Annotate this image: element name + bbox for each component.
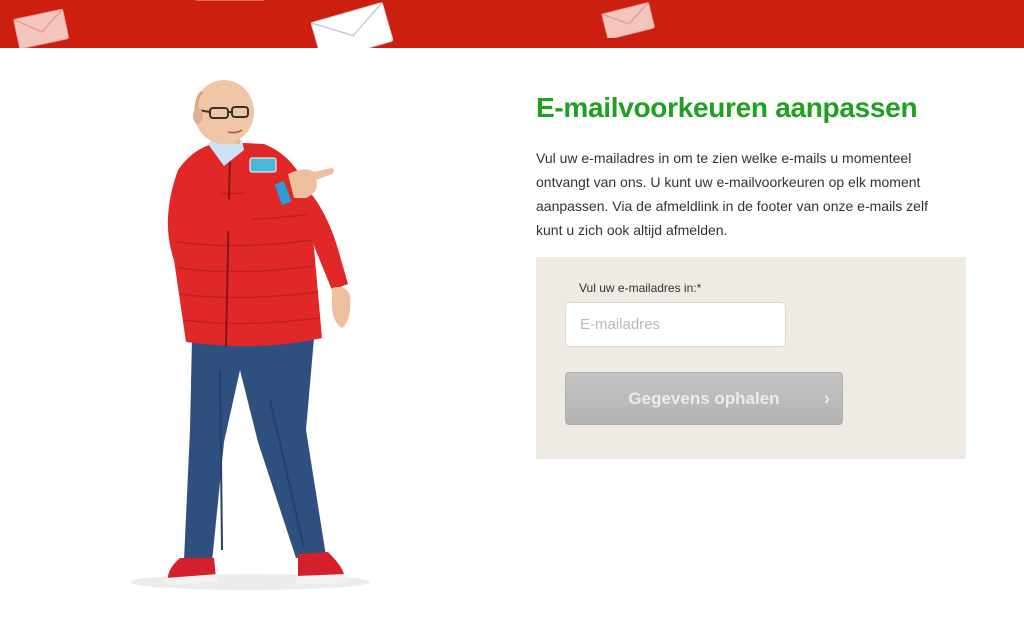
envelope-icon bbox=[310, 2, 394, 48]
email-form-panel: Vul uw e-mailadres in:* Gegevens ophalen… bbox=[536, 257, 966, 459]
header-banner bbox=[0, 0, 1024, 48]
main-content: E-mailvoorkeuren aanpassen Vul uw e-mail… bbox=[536, 90, 966, 242]
intro-text: Vul uw e-mailadres in om te zien welke e… bbox=[536, 150, 928, 238]
chevron-right-icon: › bbox=[824, 388, 830, 408]
envelope-icon bbox=[195, 0, 265, 1]
email-field[interactable] bbox=[565, 302, 786, 347]
page: E-mailvoorkeuren aanpassen Vul uw e-mail… bbox=[0, 0, 1024, 617]
envelope-icon bbox=[13, 8, 69, 48]
email-field-label: Vul uw e-mailadres in:* bbox=[579, 281, 702, 295]
page-title: E-mailvoorkeuren aanpassen bbox=[536, 92, 918, 123]
submit-button-label: Gegevens ophalen bbox=[628, 388, 780, 408]
hero-man-pointing-image bbox=[130, 80, 370, 590]
submit-button[interactable]: Gegevens ophalen › bbox=[565, 372, 843, 425]
envelope-icon bbox=[601, 2, 655, 38]
